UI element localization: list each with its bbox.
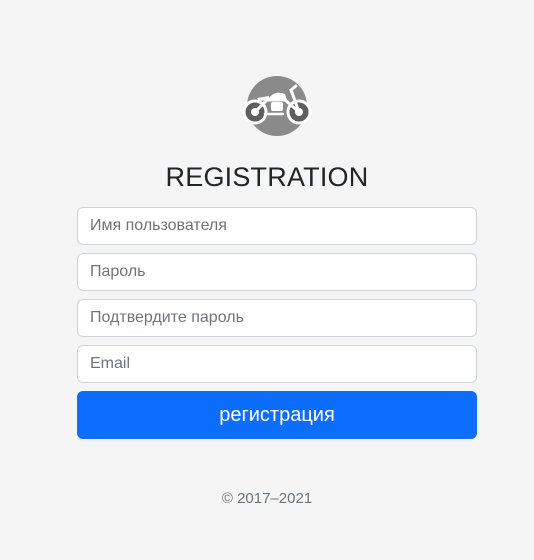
copyright-text: © 2017–2021 bbox=[221, 490, 313, 507]
username-input[interactable] bbox=[77, 207, 477, 245]
motorcycle-icon bbox=[241, 76, 313, 136]
confirm-password-input[interactable] bbox=[77, 299, 477, 337]
page-title: REGISTRATION bbox=[165, 162, 369, 192]
register-button[interactable]: регистрация bbox=[77, 391, 477, 439]
email-input[interactable] bbox=[77, 345, 477, 383]
password-input[interactable] bbox=[77, 253, 477, 291]
